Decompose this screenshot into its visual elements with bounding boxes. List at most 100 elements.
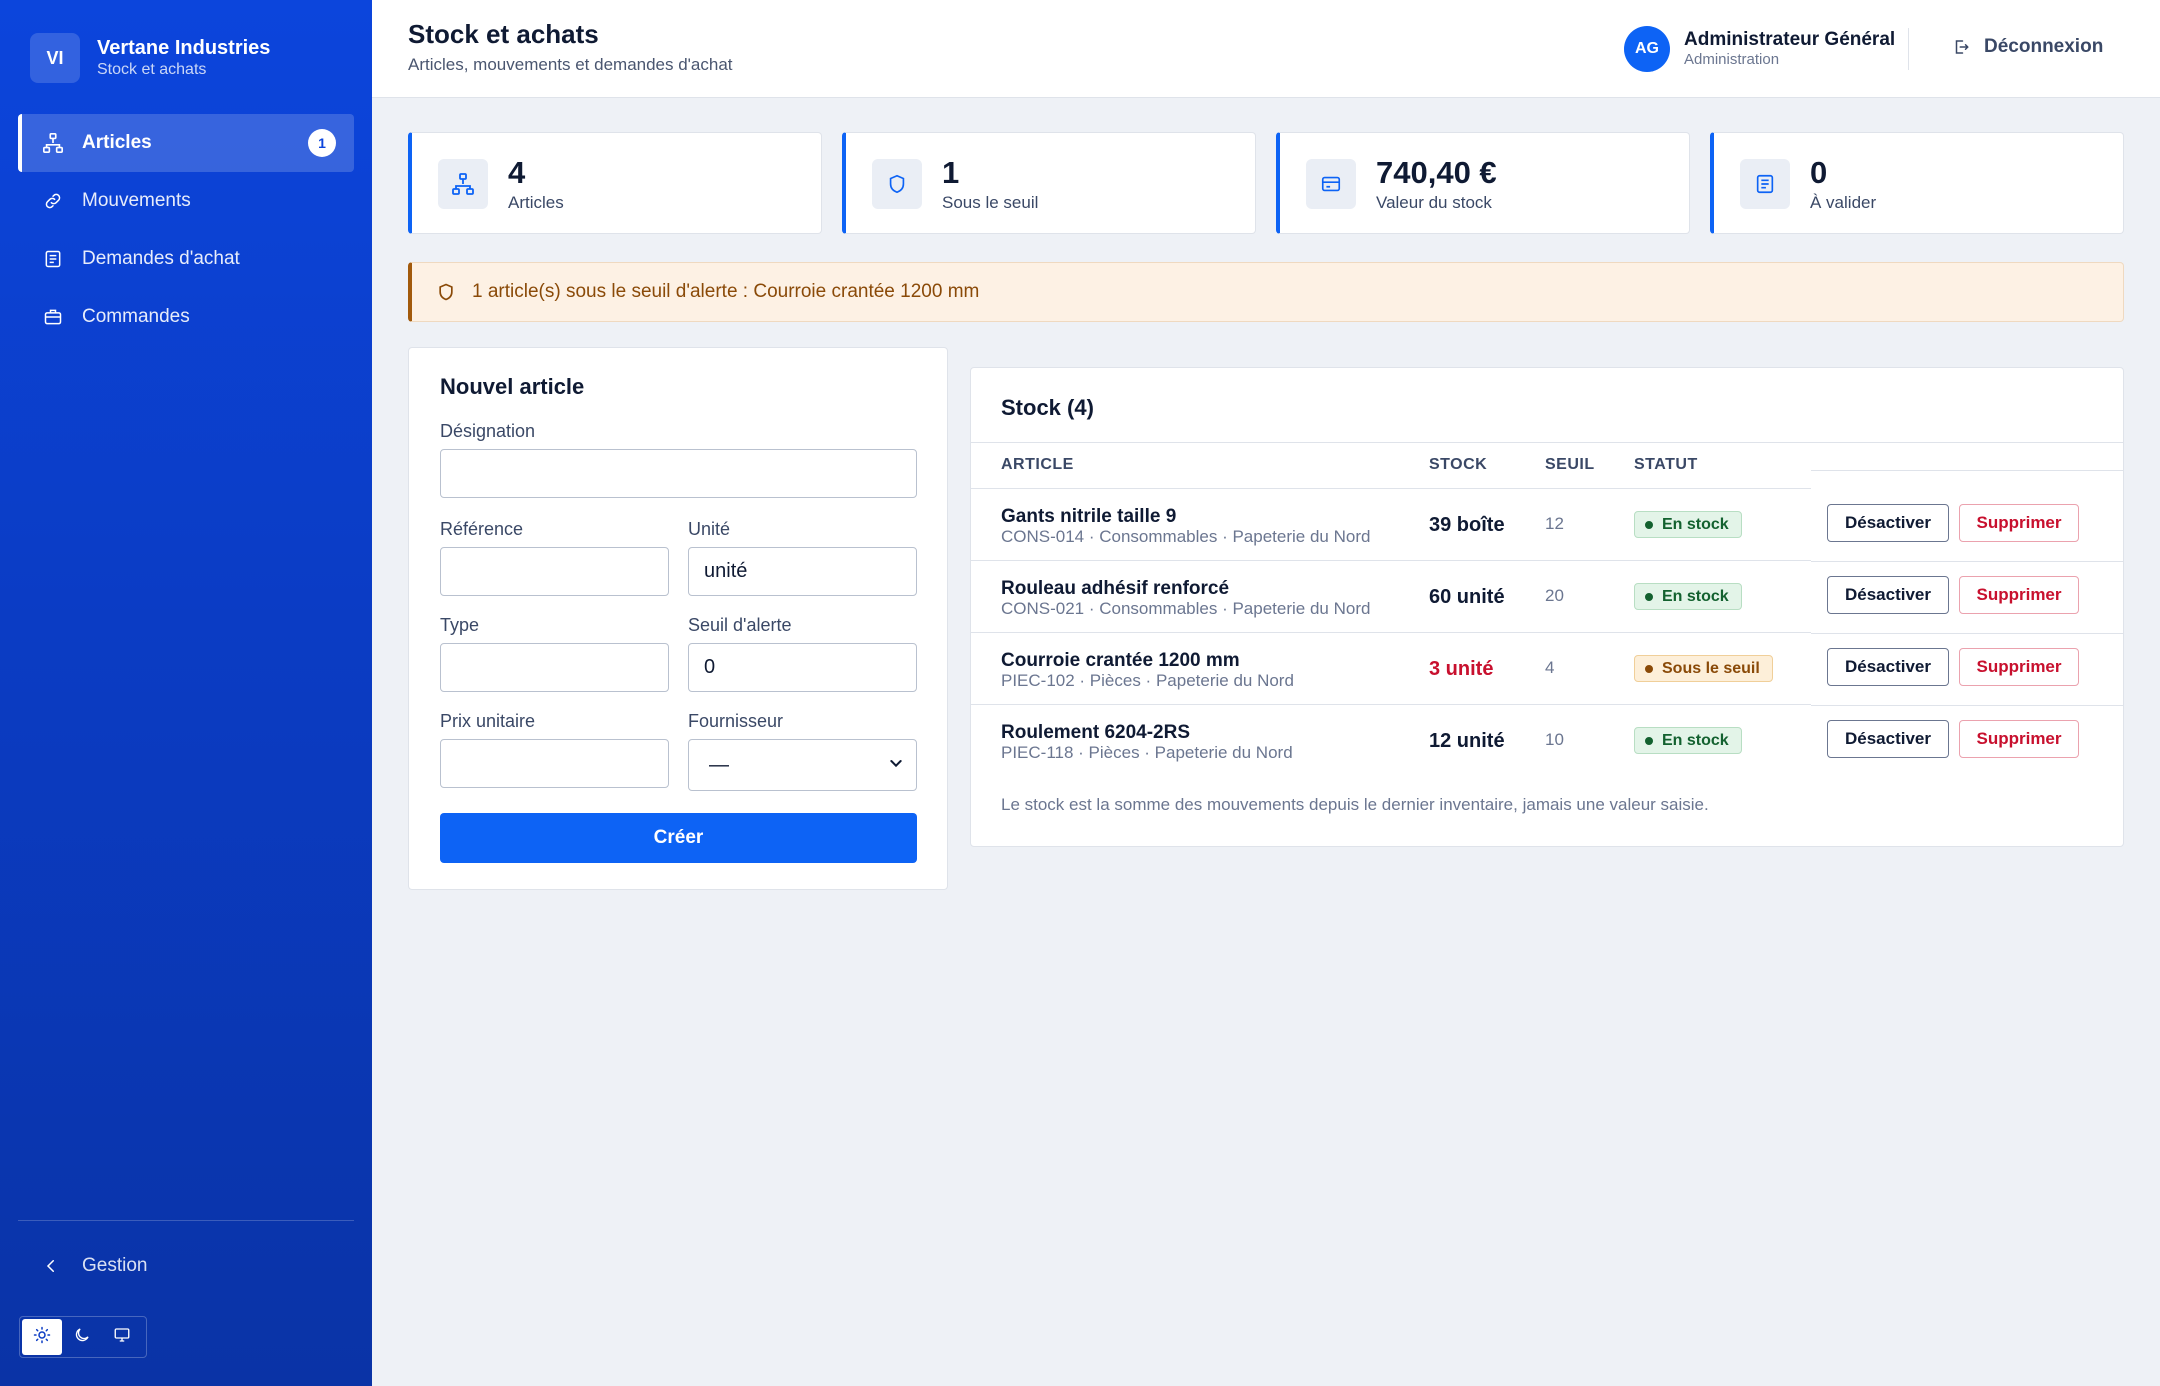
stat-value: 1 [942,155,960,190]
stock-table-card: Stock (4) ARTICLE STOCK SEUIL STATUT Gan… [970,367,2124,847]
status-badge: En stock [1634,511,1742,538]
user-role: Administration [1684,51,1780,68]
header-divider [1908,28,1909,70]
moon-icon [73,1326,91,1349]
designation-label: Désignation [440,421,536,441]
column-header-article: ARTICLE [1001,456,1074,473]
article-name: Rouleau adhésif renforcé [1001,578,1230,599]
sidebar-nav: Articles 1 Mouvements Demandes d'achat C… [18,114,354,346]
fournisseur-select[interactable]: — [688,739,917,791]
unite-label: Unité [688,519,731,539]
articles-alert-badge: 1 [308,129,336,157]
sidebar-item-articles[interactable]: Articles 1 [18,114,354,172]
user-name: Administrateur Général [1684,29,1896,50]
article-seuil: 4 [1545,658,1555,677]
hierarchy-icon [438,159,488,209]
new-article-form: Nouvel article Désignation Référence Uni… [408,347,948,890]
shield-icon [436,282,456,302]
deactivate-button[interactable]: Désactiver [1827,720,1949,758]
article-name: Gants nitrile taille 9 [1001,506,1177,527]
sidebar-collapse-gestion[interactable]: Gestion [42,1255,147,1277]
brand-name: Vertane Industries [97,37,271,59]
document-icon [42,248,64,270]
page-subtitle: Articles, mouvements et demandes d'achat [408,55,733,74]
stat-label: Sous le seuil [942,193,1039,212]
logout-label: Déconnexion [1984,36,2104,57]
avatar: AG [1624,26,1670,72]
status-text: En stock [1662,587,1729,605]
column-header-stock: STOCK [1429,456,1488,473]
delete-button[interactable]: Supprimer [1959,504,2079,542]
sidebar-item-mouvements[interactable]: Mouvements [18,172,354,230]
designation-input[interactable] [440,449,917,498]
reference-input[interactable] [440,547,669,596]
deactivate-button[interactable]: Désactiver [1827,576,1949,614]
type-input[interactable] [440,643,669,692]
divider [971,442,2123,443]
sidebar: VI Vertane Industries Stock et achats Ar… [0,0,372,1386]
article-seuil: 12 [1545,514,1564,533]
link-icon [42,190,64,212]
delete-button[interactable]: Supprimer [1959,720,2079,758]
unite-input[interactable] [688,547,917,596]
status-badge: En stock [1634,583,1742,610]
prix-label: Prix unitaire [440,711,536,731]
user-profile[interactable]: AG Administrateur Général Administration [1624,26,1895,72]
column-header-seuil: SEUIL [1545,456,1595,473]
sidebar-item-label: Mouvements [82,190,191,211]
fournisseur-selected: — [709,753,729,776]
deactivate-button[interactable]: Désactiver [1827,648,1949,686]
deactivate-button[interactable]: Désactiver [1827,504,1949,542]
seuil-input[interactable] [688,643,917,692]
stock-title: Stock (4) [1001,395,1094,420]
stat-label: Articles [508,193,564,212]
sun-icon [33,1326,51,1349]
status-badge: Sous le seuil [1634,655,1773,682]
sidebar-item-label: Articles [82,132,152,153]
stat-value: 740,40 € [1376,155,1497,190]
stat-label: À valider [1810,193,1877,212]
article-seuil: 10 [1545,730,1564,749]
type-label: Type [440,615,480,635]
article-stock: 60 unité [1429,586,1505,608]
delete-button[interactable]: Supprimer [1959,576,2079,614]
page-title: Stock et achats [408,19,599,49]
stat-card-articles: 4 Articles [408,132,822,234]
theme-system-button[interactable] [102,1319,142,1355]
theme-dark-button[interactable] [62,1319,102,1355]
table-row: Rouleau adhésif renforcé CONS-021 · Cons… [971,561,2123,634]
stat-card-valeur-stock: 740,40 € Valeur du stock [1276,132,1690,234]
divider [1811,470,2123,471]
article-meta: PIEC-118 · Pièces · Papeterie du Nord [1001,743,1293,762]
shield-icon [872,159,922,209]
document-icon [1740,159,1790,209]
article-meta: CONS-014 · Consommables · Papeterie du N… [1001,527,1371,546]
theme-light-button[interactable] [22,1319,62,1355]
sidebar-item-commandes[interactable]: Commandes [18,288,354,346]
prix-input[interactable] [440,739,669,788]
sidebar-item-label: Demandes d'achat [82,248,240,269]
article-stock: 12 unité [1429,730,1505,752]
article-meta: PIEC-102 · Pièces · Papeterie du Nord [1001,671,1294,690]
alert-text: 1 article(s) sous le seuil d'alerte : Co… [472,281,980,302]
chevron-down-icon [888,754,904,777]
credit-card-icon [1306,159,1356,209]
create-button[interactable]: Créer [440,813,917,863]
status-text: Sous le seuil [1662,659,1760,677]
logout-icon [1952,38,1970,56]
status-badge: En stock [1634,727,1742,754]
logout-button[interactable]: Déconnexion [1952,36,2103,58]
chevron-left-icon [42,1257,64,1275]
table-row: Roulement 6204-2RS PIEC-118 · Pièces · P… [971,705,2123,777]
fournisseur-label: Fournisseur [688,711,784,731]
sidebar-item-demandes-achat[interactable]: Demandes d'achat [18,230,354,288]
stat-card-sous-seuil: 1 Sous le seuil [842,132,1256,234]
brand[interactable]: VI Vertane Industries Stock et achats [30,33,270,83]
article-stock: 39 boîte [1429,514,1505,536]
delete-button[interactable]: Supprimer [1959,648,2079,686]
reference-label: Référence [440,519,524,539]
stock-footnote: Le stock est la somme des mouvements dep… [1001,795,1709,814]
status-text: En stock [1662,731,1729,749]
table-row: Courroie crantée 1200 mm PIEC-102 · Pièc… [971,633,2123,706]
stat-value: 4 [508,155,526,190]
